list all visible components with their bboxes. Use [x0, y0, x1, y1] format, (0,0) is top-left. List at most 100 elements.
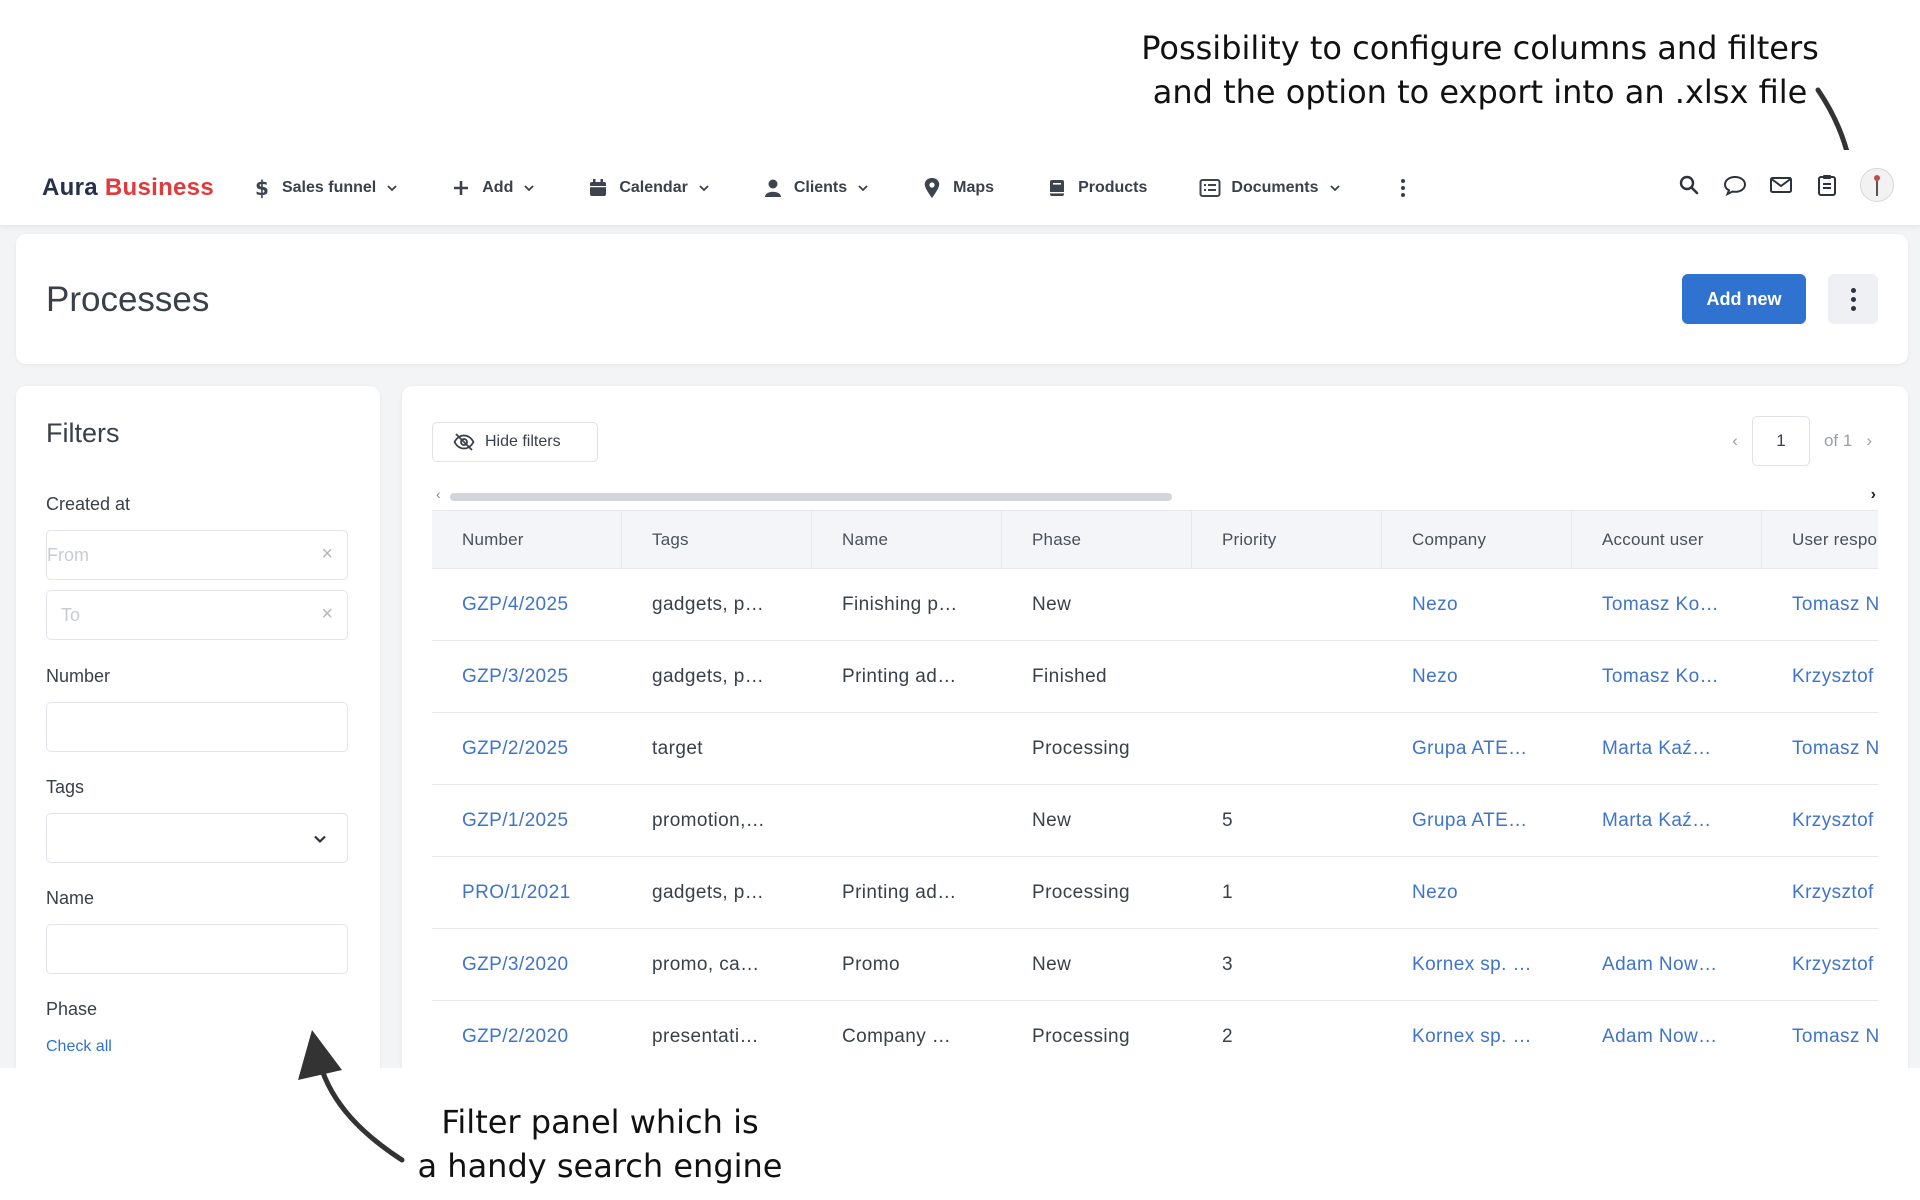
table-cell[interactable]: Tomasz N	[1762, 1001, 1878, 1068]
nav-item-maps[interactable]: Maps	[921, 177, 994, 199]
nav-more-icon[interactable]	[1393, 173, 1413, 203]
table-cell[interactable]: Krzysztof	[1762, 785, 1878, 856]
horizontal-scrollbar[interactable]	[450, 493, 1858, 501]
nav-item-documents[interactable]: Documents	[1199, 177, 1340, 199]
logo[interactable]: Aura Business	[42, 174, 214, 202]
table-cell[interactable]: GZP/2/2025	[432, 713, 622, 784]
table-cell[interactable]: Adam Now…	[1572, 929, 1762, 1000]
hide-filters-button[interactable]: Hide filters	[432, 422, 598, 462]
table-cell[interactable]: Tomasz N	[1762, 569, 1878, 640]
user-icon	[762, 177, 784, 199]
table-cell: Promo	[842, 953, 900, 975]
table-cell: gadgets, p…	[652, 665, 765, 687]
filters-panel: Filters Created at From × To × Number Ta…	[16, 386, 380, 1068]
table-row[interactable]: GZP/2/2025 target Processing Grupa ATE… Mart…	[432, 713, 1878, 785]
table-row[interactable]: PRO/1/2021 gadgets, p… Printing ad… Process…	[432, 857, 1878, 929]
table-cell: Company …	[842, 1025, 952, 1047]
chat-icon[interactable]	[1722, 172, 1748, 198]
name-input[interactable]	[46, 924, 348, 974]
add-new-button[interactable]: Add new	[1682, 274, 1806, 324]
table-cell	[1192, 641, 1382, 712]
nav-item-products[interactable]: Products	[1046, 177, 1147, 199]
nav-label: Add	[482, 178, 514, 196]
table-cell[interactable]: Grupa ATE…	[1382, 785, 1572, 856]
nav-label: Calendar	[619, 178, 688, 196]
nav-right-tools	[1676, 168, 1894, 202]
table-row[interactable]: GZP/3/2025 gadgets, p… Printing ad… Finishe…	[432, 641, 1878, 713]
column-header-company[interactable]: Company	[1382, 511, 1572, 568]
table-cell[interactable]: GZP/3/2025	[432, 641, 622, 712]
page-number-input[interactable]: 1	[1751, 416, 1810, 466]
check-all-link[interactable]: Check all	[46, 1038, 112, 1056]
table-cell[interactable]: Tomasz Ko…	[1572, 641, 1762, 712]
nav-label: Sales funnel	[281, 178, 377, 196]
table-cell[interactable]: Tomasz N	[1762, 713, 1878, 784]
clipboard-icon[interactable]	[1814, 172, 1840, 198]
map-pin-icon	[921, 177, 943, 199]
table-cell[interactable]: Tomasz Ko…	[1572, 569, 1762, 640]
table-cell[interactable]: Adam Now…	[1572, 1001, 1762, 1068]
nav-item-clients[interactable]: Clients	[762, 177, 869, 199]
table-cell[interactable]: Kornex sp. …	[1382, 929, 1572, 1000]
table-cell: target	[652, 737, 703, 759]
table-cell[interactable]: GZP/2/2020	[432, 1001, 622, 1068]
scrollbar-thumb[interactable]	[450, 493, 1172, 501]
table-cell[interactable]: Krzysztof	[1762, 857, 1878, 928]
table-cell[interactable]: Marta Kaź…	[1572, 713, 1762, 784]
table-row[interactable]: GZP/4/2025 gadgets, p… Finishing p… New Nezo…	[432, 569, 1878, 641]
nav-label: Products	[1078, 178, 1148, 196]
table-cell: New	[1032, 593, 1072, 615]
column-header-user-responsible[interactable]: User respo	[1762, 511, 1878, 568]
scroll-left-icon[interactable]: ‹	[436, 486, 441, 502]
chevron-down-icon	[524, 184, 534, 191]
table-row[interactable]: GZP/1/2025 promotion,… New 5 Grupa ATE… Marta…	[432, 785, 1878, 857]
column-header-number[interactable]: Number	[432, 511, 622, 568]
table-cell[interactable]: GZP/3/2020	[432, 929, 622, 1000]
annotation-line: Filter panel which is	[441, 1103, 759, 1141]
book-icon	[1046, 177, 1068, 199]
table-cell[interactable]: Marta Kaź…	[1572, 785, 1762, 856]
nav-item-add[interactable]: Add	[450, 177, 535, 199]
clear-icon[interactable]: ×	[321, 603, 333, 626]
plus-icon	[450, 177, 472, 199]
table-cell[interactable]: Nezo	[1382, 641, 1572, 712]
tags-select[interactable]	[46, 813, 348, 863]
number-input[interactable]	[46, 702, 348, 752]
mail-icon[interactable]	[1768, 172, 1794, 198]
avatar[interactable]	[1860, 168, 1894, 202]
nav-item-sales-funnel[interactable]: $ Sales funnel	[250, 177, 398, 199]
table-cell[interactable]: GZP/1/2025	[432, 785, 622, 856]
table-cell[interactable]: GZP/4/2025	[432, 569, 622, 640]
column-header-priority[interactable]: Priority	[1192, 511, 1382, 568]
list-icon	[1199, 177, 1221, 199]
created-at-label: Created at	[46, 494, 131, 514]
table-cell[interactable]: Grupa ATE…	[1382, 713, 1572, 784]
column-header-phase[interactable]: Phase	[1002, 511, 1192, 568]
search-icon[interactable]	[1676, 172, 1702, 198]
column-header-tags[interactable]: Tags	[622, 511, 812, 568]
table-cell[interactable]: Krzysztof	[1762, 641, 1878, 712]
screenshot-stage: Possibility to configure columns and fil…	[0, 0, 1920, 1200]
table-cell[interactable]: Kornex sp. …	[1382, 1001, 1572, 1068]
table-cell[interactable]: Nezo	[1382, 569, 1572, 640]
column-header-account-user[interactable]: Account user	[1572, 511, 1762, 568]
table-cell: gadgets, p…	[652, 593, 765, 615]
chevron-down-icon	[387, 184, 397, 191]
clear-icon[interactable]: ×	[321, 543, 333, 566]
created-from-input[interactable]: From ×	[46, 530, 348, 580]
next-page-icon[interactable]: ›	[1866, 431, 1872, 451]
created-to-input[interactable]: To ×	[46, 590, 348, 640]
table-row[interactable]: GZP/2/2020 presentati… Company … Processing…	[432, 1001, 1878, 1068]
chevron-down-icon	[1329, 184, 1340, 191]
nav-item-calendar[interactable]: Calendar	[587, 177, 709, 199]
table-cell: Printing ad…	[842, 665, 957, 687]
table-cell[interactable]: PRO/1/2021	[432, 857, 622, 928]
prev-page-icon[interactable]: ‹	[1732, 431, 1738, 451]
table-row[interactable]: GZP/3/2020 promo, ca… Promo New 3 Kornex sp. …	[432, 929, 1878, 1001]
scroll-right-icon[interactable]: ›	[1871, 486, 1876, 504]
table-cell[interactable]: Nezo	[1382, 857, 1572, 928]
table-cell[interactable]	[1572, 857, 1762, 928]
more-options-icon[interactable]	[1828, 274, 1878, 324]
column-header-name[interactable]: Name	[812, 511, 1002, 568]
table-cell[interactable]: Krzysztof	[1762, 929, 1878, 1000]
